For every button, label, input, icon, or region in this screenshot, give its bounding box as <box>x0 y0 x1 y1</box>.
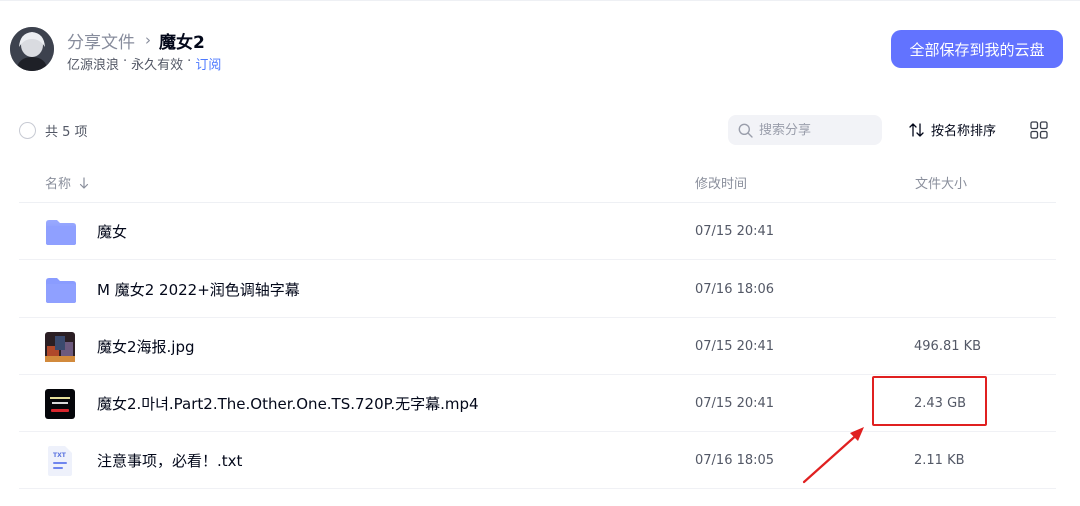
svg-text:TXT: TXT <box>53 452 67 459</box>
sort-down-icon <box>79 176 89 189</box>
item-count: 共 5 项 <box>45 125 88 140</box>
table-row[interactable]: TXT 注意事项，必看！.txt 07/16 18:05 2.11 KB <box>19 432 1056 489</box>
file-name[interactable]: 魔女2.마녀.Part2.The.Other.One.TS.720P.无字幕.m… <box>97 393 479 414</box>
column-header-size[interactable]: 文件大小 <box>915 173 967 192</box>
breadcrumb-root[interactable]: 分享文件 <box>67 28 135 53</box>
meta-separator: · <box>123 54 128 69</box>
file-name[interactable]: M 魔女2 2022+润色调轴字幕 <box>97 279 300 300</box>
select-all-checkbox[interactable] <box>19 122 36 139</box>
column-header-time[interactable]: 修改时间 <box>695 173 747 192</box>
annotation-arrow-icon <box>802 427 864 484</box>
owner-name: 亿源浪浪 <box>67 58 120 73</box>
annotation-highlight-box <box>872 376 987 426</box>
file-table-header: 名称 修改时间 文件大小 <box>19 158 1056 203</box>
file-name[interactable]: 魔女2海报.jpg <box>97 336 195 357</box>
avatar[interactable] <box>10 27 54 71</box>
table-row[interactable]: M 魔女2 2022+润色调轴字幕 07/16 18:06 <box>19 261 1056 318</box>
video-thumbnail-icon <box>45 389 75 419</box>
validity-text: 永久有效 <box>131 58 184 73</box>
table-row[interactable]: 魔女 07/15 20:41 <box>19 203 1056 260</box>
save-all-button[interactable]: 全部保存到我的云盘 <box>891 30 1063 68</box>
sort-by-name-button[interactable]: 按名称排序 <box>909 120 996 139</box>
sort-icon <box>909 122 924 137</box>
top-divider <box>0 0 1080 1</box>
search-input[interactable] <box>759 122 874 138</box>
grid-view-icon[interactable] <box>1030 121 1048 139</box>
meta-separator: · <box>187 54 192 69</box>
subscribe-link[interactable]: 订阅 <box>195 54 221 73</box>
image-thumbnail-icon <box>45 332 75 362</box>
file-modified-time: 07/15 20:41 <box>695 396 775 411</box>
txt-file-icon: TXT <box>45 446 75 476</box>
folder-icon <box>45 275 76 305</box>
breadcrumb-current: 魔女2 <box>159 32 205 53</box>
table-row[interactable]: 魔女2海报.jpg 07/15 20:41 496.81 KB <box>19 318 1056 375</box>
breadcrumb: 分享文件 › 魔女2 <box>67 28 205 53</box>
column-header-name[interactable]: 名称 <box>45 173 89 192</box>
file-modified-time: 07/15 20:41 <box>695 339 775 354</box>
search-icon <box>738 123 753 138</box>
breadcrumb-separator: › <box>145 31 151 49</box>
search-box[interactable] <box>728 115 882 145</box>
file-modified-time: 07/16 18:05 <box>695 453 775 468</box>
file-size: 496.81 KB <box>914 339 982 354</box>
column-name-label: 名称 <box>45 177 72 192</box>
sort-label: 按名称排序 <box>931 124 997 139</box>
share-meta: 亿源浪浪 · 永久有效 · 订阅 <box>67 54 221 73</box>
file-modified-time: 07/15 20:41 <box>695 224 775 239</box>
file-size: 2.11 KB <box>914 453 965 468</box>
file-modified-time: 07/16 18:06 <box>695 282 775 297</box>
folder-icon <box>45 217 76 247</box>
file-name[interactable]: 注意事项，必看！.txt <box>97 450 242 471</box>
file-name[interactable]: 魔女 <box>97 221 127 242</box>
